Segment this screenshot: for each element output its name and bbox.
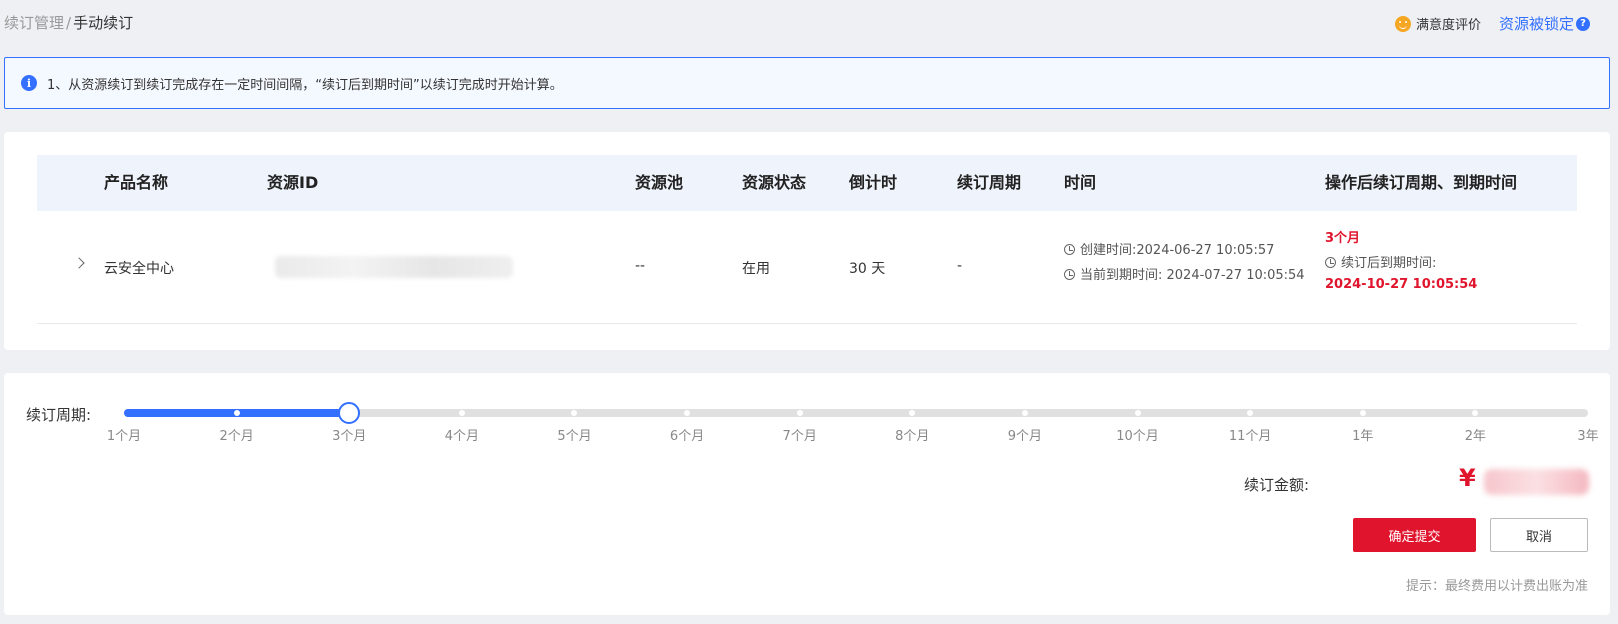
amount-value-blurred xyxy=(1484,469,1589,495)
cell-product: 云安全中心 xyxy=(104,261,174,277)
cell-created-time: 创建时间:2024-06-27 10:05:57 xyxy=(1064,239,1274,258)
info-icon: i xyxy=(21,75,37,91)
breadcrumb-current: 手动续订 xyxy=(73,14,134,32)
currency-symbol: ¥ xyxy=(1459,464,1476,492)
header-period: 续订周期 xyxy=(957,173,1022,192)
period-slider-stop[interactable] xyxy=(458,410,465,416)
header-pool: 资源池 xyxy=(635,173,684,192)
rating-link[interactable]: 满意度评价 xyxy=(1416,14,1481,33)
cell-new-period: 3个月 xyxy=(1325,231,1361,246)
header-product: 产品名称 xyxy=(104,173,169,192)
resource-locked-link[interactable]: 资源被锁定 xyxy=(1499,13,1574,34)
breadcrumb: 续订管理 / 手动续订 xyxy=(4,12,133,33)
period-option-label[interactable]: 2个月 xyxy=(219,425,253,444)
cell-pool: -- xyxy=(635,258,646,274)
help-icon[interactable]: ? xyxy=(1576,16,1590,31)
period-slider-stop[interactable] xyxy=(1359,410,1366,416)
period-option-label[interactable]: 4个月 xyxy=(445,425,479,444)
header-time: 时间 xyxy=(1064,173,1097,192)
period-label: 续订周期: xyxy=(26,406,92,424)
period-option-label[interactable]: 1年 xyxy=(1352,425,1373,444)
period-option-label[interactable]: 6个月 xyxy=(670,425,704,444)
period-slider-stop[interactable] xyxy=(233,410,240,416)
period-option-label[interactable]: 10个月 xyxy=(1116,425,1159,444)
period-slider-stop[interactable] xyxy=(796,410,803,416)
top-right-actions: 满意度评价 资源被锁定 ? xyxy=(1394,13,1590,34)
cell-status: 在用 xyxy=(742,261,770,277)
period-option-label[interactable]: 9个月 xyxy=(1008,425,1042,444)
period-option-label[interactable]: 8个月 xyxy=(895,425,929,444)
clock-icon xyxy=(1064,269,1075,280)
header-countdown: 倒计时 xyxy=(849,173,898,192)
period-option-label[interactable]: 2年 xyxy=(1465,425,1486,444)
period-slider-stop[interactable] xyxy=(1134,410,1141,416)
header-status: 资源状态 xyxy=(742,173,807,192)
amount-label: 续订金额: xyxy=(1244,476,1310,494)
notice-text: 1、从资源续订到续订完成存在一定时间间隔，“续订后到期时间”以续订完成时开始计算… xyxy=(47,77,563,93)
breadcrumb-parent[interactable]: 续订管理 xyxy=(4,14,64,32)
smile-icon[interactable] xyxy=(1394,15,1411,32)
period-slider-stop[interactable] xyxy=(1472,410,1479,416)
period-option-label[interactable]: 5个月 xyxy=(557,425,591,444)
renewal-card: 续订周期: 1个月 2个月 3个月 4个月 5个月 6个月 7个月 8个月 9个月 10个月 11个… xyxy=(4,373,1610,615)
table-header: 产品名称 资源ID 资源池 资源状态 倒计时 续订周期 时间 操作后续订周期、到… xyxy=(37,155,1577,211)
period-slider-track[interactable] xyxy=(124,402,1588,424)
cell-after-label: 续订后到期时间: xyxy=(1325,252,1436,271)
period-slider-stop[interactable] xyxy=(1021,410,1028,416)
period-option-label[interactable]: 11个月 xyxy=(1229,425,1272,444)
period-option-label[interactable]: 7个月 xyxy=(783,425,817,444)
clock-icon xyxy=(1325,257,1336,268)
cell-resource-id-blurred xyxy=(275,256,513,278)
expand-chevron-icon[interactable] xyxy=(73,257,85,269)
period-slider-stop[interactable] xyxy=(571,410,578,416)
header-resource-id: 资源ID xyxy=(267,173,319,192)
period-option-label[interactable]: 3个月 xyxy=(332,425,366,444)
header-after-renewal: 操作后续订周期、到期时间 xyxy=(1325,173,1518,192)
fee-hint: 提示：最终费用以计费出账为准 xyxy=(1405,579,1588,594)
period-option-label[interactable]: 1个月 xyxy=(107,425,141,444)
period-slider-handle[interactable] xyxy=(338,402,361,424)
period-slider-stop[interactable] xyxy=(684,410,691,416)
cell-countdown: 30 天 xyxy=(849,261,886,277)
cell-current-expiry: 当前到期时间: 2024-07-27 10:05:54 xyxy=(1064,264,1305,283)
submit-button[interactable]: 确定提交 xyxy=(1353,518,1476,552)
clock-icon xyxy=(1064,244,1075,255)
breadcrumb-separator: / xyxy=(66,14,72,32)
resource-table-card: 产品名称 资源ID 资源池 资源状态 倒计时 续订周期 时间 操作后续订周期、到… xyxy=(4,132,1610,350)
cell-period: - xyxy=(957,258,963,274)
cell-after-time: 2024-10-27 10:05:54 xyxy=(1325,277,1478,292)
cancel-button[interactable]: 取消 xyxy=(1490,518,1588,552)
table-row: 云安全中心 -- 在用 30 天 - 创建时间:2024-06-27 10:05… xyxy=(37,211,1577,324)
period-option-label[interactable]: 3年 xyxy=(1577,425,1598,444)
period-slider-stop[interactable] xyxy=(1247,410,1254,416)
period-slider-stop[interactable] xyxy=(909,410,916,416)
notice-banner: i 1、从资源续订到续订完成存在一定时间间隔，“续订后到期时间”以续订完成时开始… xyxy=(4,57,1610,109)
